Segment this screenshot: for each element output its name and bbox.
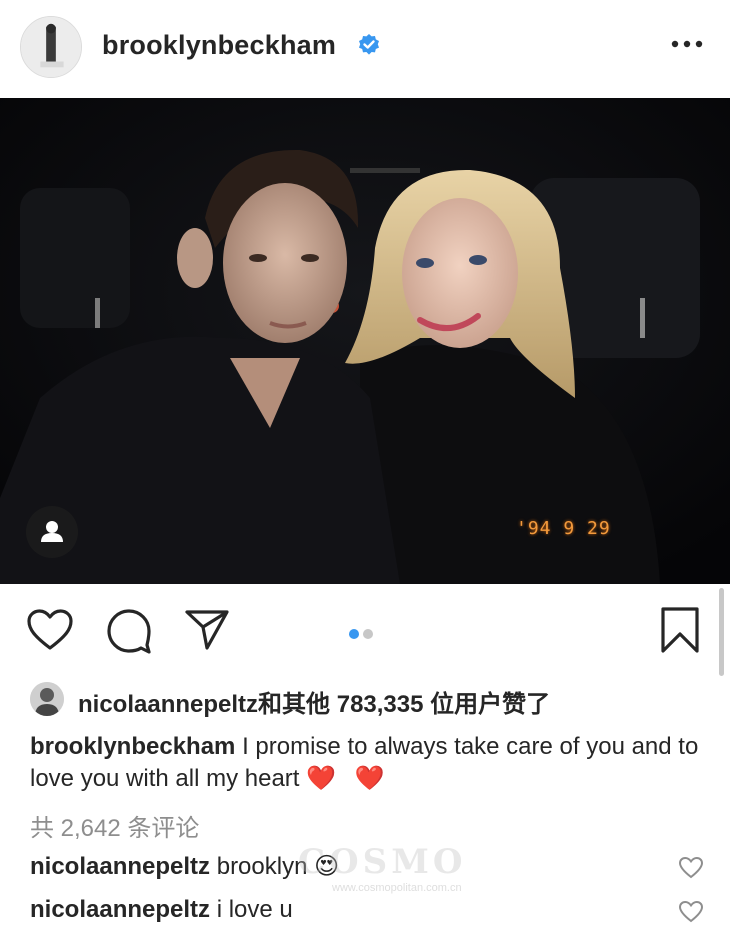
watermark-logo: COSMO [298,842,467,882]
likes-count[interactable]: 783,335 [337,691,424,718]
more-options-icon[interactable] [669,31,705,57]
caption-emoji: ❤️ ❤️ [306,765,391,792]
carousel-dot-active [349,629,359,639]
likes-suffix: 位用户赞了 [430,691,551,718]
comment-text: i love u [216,896,293,923]
verified-badge-icon [359,34,379,55]
watermark-url: www.cosmopolitan.com.cn [332,882,462,894]
carousel-dot [363,629,373,639]
comment-like-icon[interactable] [678,900,704,924]
post-photo[interactable]: '94 9 29 [0,98,730,584]
avatar-image [21,17,81,77]
comment-username[interactable]: nicolaannepeltz [30,896,210,923]
photo-date-stamp: '94 9 29 [516,518,611,539]
user-tag-icon [41,521,63,542]
comment-like-icon[interactable] [678,856,704,880]
post-username[interactable]: brooklynbeckham [102,30,336,61]
view-all-comments-link[interactable]: 共 2,642 条评论 [30,808,199,843]
likes-summary[interactable]: nicolaannepeltz和其他 783,335 位用户赞了 [30,680,720,719]
comment-username[interactable]: nicolaannepeltz [30,853,210,880]
likes-text: nicolaannepeltz和其他 783,335 位用户赞了 [78,684,550,719]
liker-avatar[interactable] [30,682,64,716]
paper-plane-icon[interactable] [184,608,230,652]
tagged-users-button[interactable] [26,506,78,558]
comment-bubble-icon[interactable] [106,608,152,654]
carousel-indicator [349,626,377,639]
heart-outline-icon[interactable] [26,608,74,652]
bookmark-icon[interactable] [660,606,700,654]
profile-avatar[interactable] [20,16,82,78]
liker-avatar-image [30,682,64,716]
photo-scene [0,98,730,584]
action-bar [0,584,730,680]
post-caption: brooklynbeckham I promise to always take… [30,731,710,795]
post-header: brooklynbeckham [0,0,730,98]
scrollbar[interactable] [719,588,724,676]
liker-username[interactable]: nicolaannepeltz [78,691,258,718]
likes-rest: 和其他 [258,691,331,718]
comment-item: nicolaannepeltz i love u [30,896,670,924]
caption-username[interactable]: brooklynbeckham [30,733,235,760]
